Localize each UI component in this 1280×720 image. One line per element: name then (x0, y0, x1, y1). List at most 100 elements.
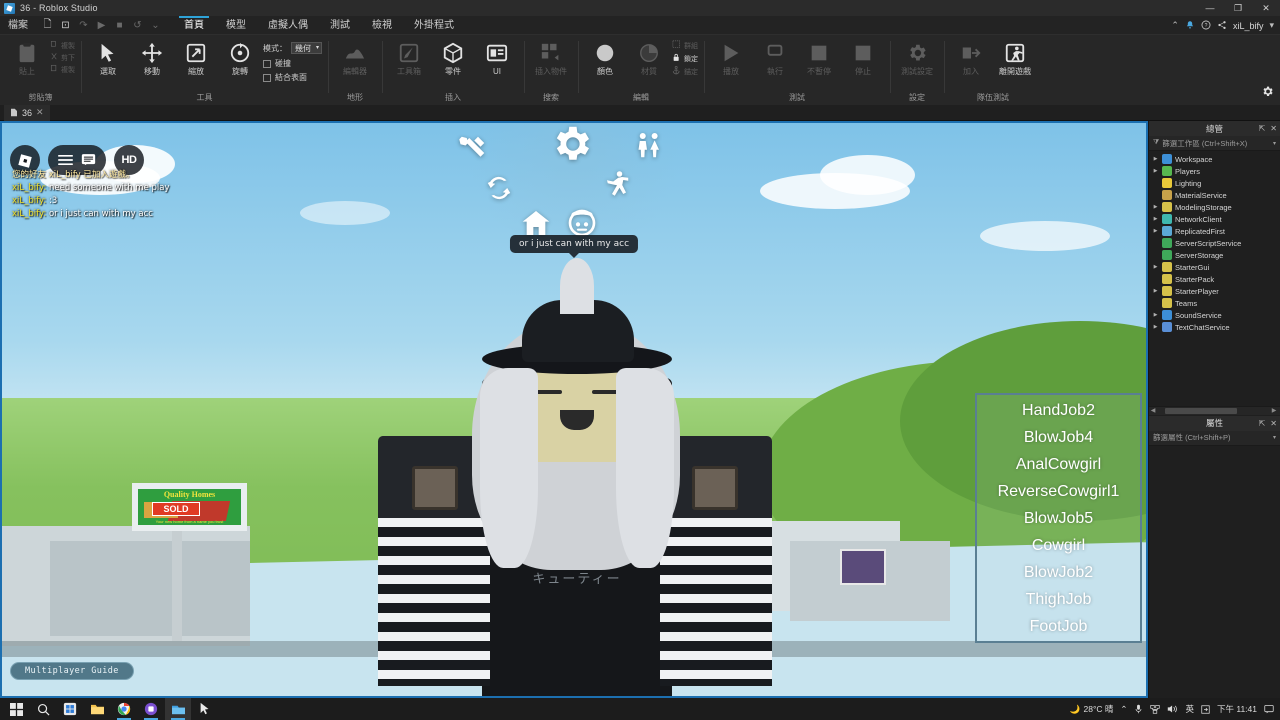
explorer-item-StarterGui[interactable]: ▶ StarterGui (1149, 261, 1280, 273)
properties-filter-input[interactable]: 篩選屬性 (Ctrl+Shift+P) (1153, 432, 1270, 443)
chevron-down-icon[interactable]: ▾ (1269, 20, 1274, 31)
action-menu-item[interactable]: AnalCowgirl (1016, 451, 1101, 478)
explorer-close-icon[interactable]: ✕ (1270, 124, 1277, 133)
action-menu-item[interactable]: BlowJob5 (1024, 505, 1093, 532)
stop-icon[interactable]: ■ (112, 18, 127, 33)
join-button[interactable]: 加入 (950, 38, 992, 76)
expand-arrow-icon[interactable]: ▶ (1152, 312, 1159, 318)
people-icon[interactable] (634, 131, 664, 161)
tray-chevron-icon[interactable]: ⌃ (1120, 704, 1127, 715)
ribbon-settings-icon[interactable] (1261, 85, 1274, 101)
microsoft-store-icon[interactable] (57, 698, 83, 720)
action-menu-panel[interactable]: HandJob2 BlowJob4 AnalCowgirl ReverseCowgir… (975, 393, 1142, 643)
explorer-hscrollbar[interactable]: ◀ ▶ (1149, 405, 1280, 415)
ribbon-small-button[interactable]: 鎖定 (672, 53, 698, 65)
ribbon-tab-3[interactable]: 測試 (319, 16, 361, 35)
new-file-icon[interactable]: 🗋 (40, 18, 55, 33)
chrome-icon[interactable] (111, 698, 137, 720)
mode-dropdown[interactable]: 幾何 (291, 42, 322, 54)
refresh-icon[interactable] (484, 173, 514, 203)
start-button[interactable] (3, 698, 29, 720)
toolbox-button[interactable]: 工具箱 (388, 38, 430, 76)
properties-undock-icon[interactable]: ⇱ (1259, 419, 1266, 428)
terrain-editor-button[interactable]: 編輯器 (334, 38, 376, 76)
share-icon[interactable] (1217, 20, 1227, 32)
play-button[interactable]: 播放 (710, 38, 752, 76)
action-menu-item[interactable]: Cowgirl (1032, 532, 1085, 559)
explorer-filter-input[interactable]: 篩選工作區 (Ctrl+Shift+X) (1162, 138, 1270, 149)
find-all-button[interactable]: 插入物件 (530, 38, 572, 76)
properties-filter-row[interactable]: 篩選屬性 (Ctrl+Shift+P) ▾ (1149, 430, 1280, 446)
maximize-button[interactable]: ❐ (1224, 0, 1252, 16)
play-icon[interactable]: ▶ (94, 18, 109, 33)
ribbon-tab-5[interactable]: 外掛程式 (403, 16, 465, 35)
expand-arrow-icon[interactable]: ▶ (1152, 156, 1159, 162)
multiplayer-guide-button[interactable]: Multiplayer Guide (10, 662, 134, 680)
action-menu-item[interactable]: FootJob (1030, 613, 1088, 640)
explorer-tree[interactable]: ▶ Workspace ▶ Players Lighting MaterialServic… (1149, 151, 1280, 406)
action-menu-item[interactable]: BlowJob4 (1024, 424, 1093, 451)
ribbon-tab-1[interactable]: 模型 (215, 16, 257, 35)
weather-widget[interactable]: 🌙 28°C 晴 (1070, 703, 1113, 715)
run-button[interactable]: 執行 (754, 38, 796, 76)
ime-indicator[interactable]: 英 (1185, 703, 1194, 715)
tray-extra-icon[interactable] (1201, 704, 1210, 714)
ribbon-small-button[interactable]: 群組 (672, 40, 698, 52)
explorer-filter-dropdown-icon[interactable]: ▾ (1273, 140, 1276, 147)
explorer-item-Workspace[interactable]: ▶ Workspace (1149, 153, 1280, 165)
stop-button[interactable]: 停止 (842, 38, 884, 76)
menu-item-file[interactable]: 檔案 (0, 16, 36, 35)
move-tool[interactable]: 移動 (131, 38, 173, 76)
explorer-item-ReplicatedFirst[interactable]: ▶ ReplicatedFirst (1149, 225, 1280, 237)
pause-button[interactable]: 不暫停 (798, 38, 840, 76)
paste-button[interactable]: 貼上 (6, 38, 48, 76)
test-settings-button[interactable]: 測試設定 (896, 38, 938, 76)
part-button[interactable]: 零件 (432, 38, 474, 76)
explorer-item-ServerScriptService[interactable]: ServerScriptService (1149, 237, 1280, 249)
undo-icon[interactable]: ↺ (130, 18, 145, 33)
hamburger-menu-icon[interactable] (57, 152, 74, 169)
explorer-item-NetworkClient[interactable]: ▶ NetworkClient (1149, 213, 1280, 225)
expand-arrow-icon[interactable]: ▶ (1152, 264, 1159, 270)
explorer-item-StarterPlayer[interactable]: ▶ StarterPlayer (1149, 285, 1280, 297)
leave-game-button[interactable]: 離開遊戲 (994, 38, 1036, 76)
game-viewport[interactable]: Quality Homes SOLD Your new home from a … (0, 121, 1148, 698)
properties-close-icon[interactable]: ✕ (1270, 419, 1277, 428)
app-purple-icon[interactable] (138, 698, 164, 720)
clock[interactable]: 下午 11:41 (1217, 703, 1257, 715)
scroll-right-icon[interactable]: ▶ (1270, 407, 1278, 414)
document-tab[interactable]: 36 ✕ (4, 104, 50, 121)
action-menu-item[interactable]: HandJob2 (1022, 397, 1095, 424)
roblox-studio-taskbar-icon[interactable] (165, 698, 191, 720)
explorer-item-TextChatService[interactable]: ▶ TextChatService (1149, 321, 1280, 333)
open-file-icon[interactable]: ⊡ (58, 18, 73, 33)
explorer-item-MaterialService[interactable]: MaterialService (1149, 189, 1280, 201)
explorer-item-Teams[interactable]: Teams (1149, 297, 1280, 309)
user-account-label[interactable]: xiL_bify (1233, 21, 1264, 31)
ribbon-tab-2[interactable]: 虛擬人偶 (257, 16, 319, 35)
material-button[interactable]: 材質 (628, 38, 670, 76)
select-tool[interactable]: 選取 (87, 38, 129, 76)
notification-icon[interactable] (1185, 20, 1195, 32)
explorer-undock-icon[interactable]: ⇱ (1259, 124, 1266, 133)
ribbon-small-button[interactable]: 錨定 (672, 66, 698, 78)
chat-icon[interactable] (80, 152, 97, 169)
action-menu-item[interactable]: ThighJob (1026, 586, 1092, 613)
ribbon-small-button[interactable]: 複製 (50, 40, 75, 51)
ribbon-small-button[interactable]: 複製 (50, 64, 75, 75)
explorer-item-Lighting[interactable]: Lighting (1149, 177, 1280, 189)
checkbox-碰撞[interactable]: 碰撞 (263, 58, 322, 69)
close-button[interactable]: ✕ (1252, 0, 1280, 16)
ui-button[interactable]: UI (476, 38, 518, 76)
properties-filter-dropdown-icon[interactable]: ▾ (1273, 434, 1276, 441)
explorer-item-SoundService[interactable]: ▶ SoundService (1149, 309, 1280, 321)
action-menu-item[interactable]: BlowJob2 (1024, 559, 1093, 586)
customize-icon[interactable]: ⌄ (148, 18, 163, 33)
emote-icon[interactable] (602, 169, 632, 199)
ribbon-tab-0[interactable]: 首頁 (173, 15, 215, 35)
notifications-icon[interactable] (1264, 704, 1274, 714)
redo-icon[interactable]: ↷ (76, 18, 91, 33)
volume-icon[interactable] (1167, 704, 1178, 714)
scroll-thumb[interactable] (1165, 407, 1237, 414)
scroll-left-icon[interactable]: ◀ (1149, 407, 1157, 414)
